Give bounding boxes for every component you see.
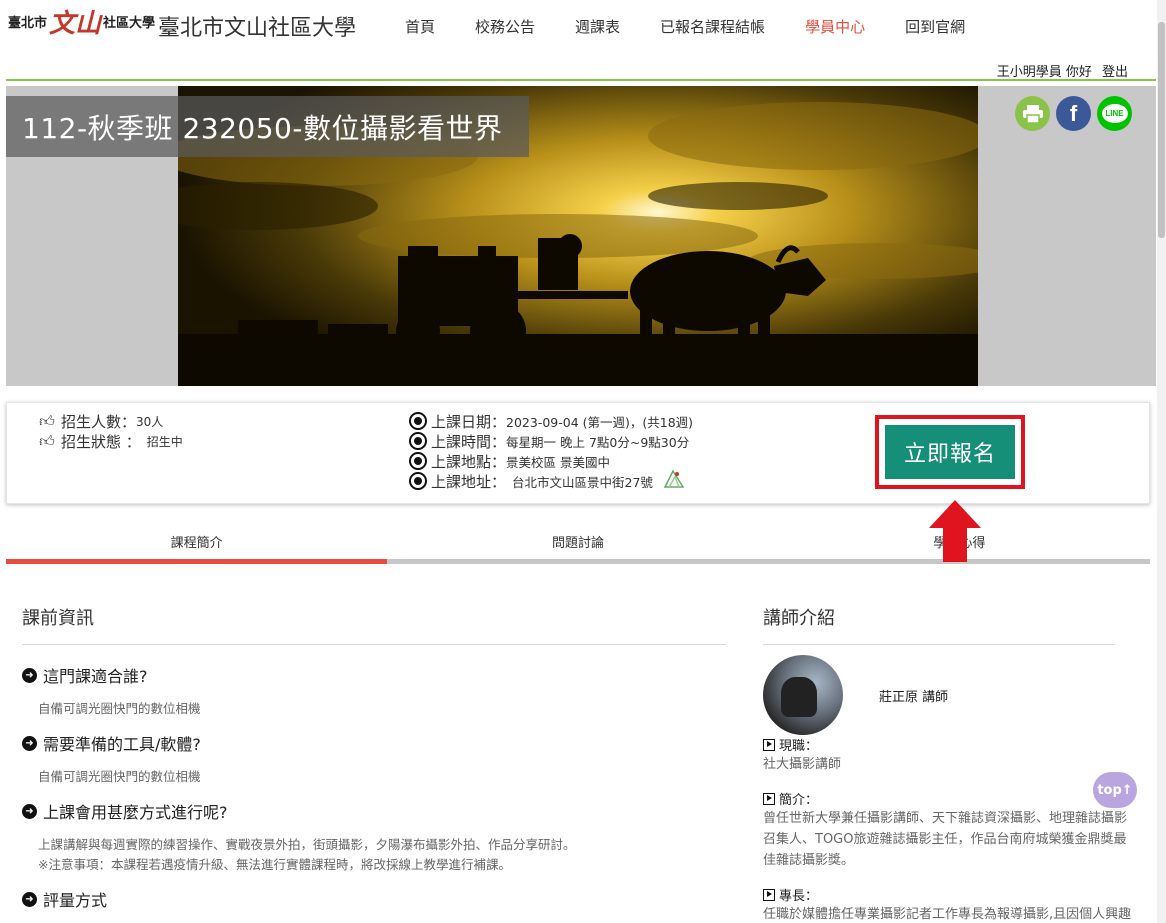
- teacher-intro: 講師介紹 莊正原 講師 現職： 社大攝影講師 簡介： 曾任世新大學兼任攝影講師、…: [763, 604, 1136, 923]
- enroll-info: 👍︎ 招生人數： 30人 👍︎ 招生狀態 ： 招生中: [37, 411, 183, 451]
- soccer-ball-icon: [409, 452, 427, 470]
- enroll-count-row: 👍︎ 招生人數： 30人: [37, 411, 183, 431]
- course-hero: 112-秋季班 232050-數位攝影看世界 f LINE: [6, 86, 1156, 386]
- nav-checkout[interactable]: 已報名課程結帳: [660, 16, 765, 37]
- qa-question: ➜ 需要準備的工具/軟體?: [22, 731, 726, 755]
- tab-discussion[interactable]: 問題討論: [387, 526, 769, 564]
- class-date-row: 上課日期： 2023-09-04 (第一週)，(共18週): [409, 411, 693, 431]
- teacher-header: 莊正原 講師: [763, 655, 1136, 735]
- teacher-current-job: 現職： 社大攝影講師: [763, 738, 842, 772]
- print-icon[interactable]: [1015, 96, 1050, 131]
- class-place-row: 上課地點： 景美校區 景美國中: [409, 451, 693, 471]
- qa-item: ➜ 這門課適合誰? 自備可調光圈快門的數位相機: [22, 663, 726, 719]
- enroll-status-value: 招生中: [146, 434, 183, 449]
- soccer-ball-icon: [409, 432, 427, 450]
- enroll-count-label: 招生人數：: [61, 412, 137, 431]
- square-arrow-icon: [763, 792, 775, 805]
- section-title: 講師介紹: [763, 604, 1115, 645]
- share-buttons: f LINE: [1015, 96, 1132, 131]
- enroll-count-value: 30人: [136, 414, 164, 429]
- qa-item: ➜ 評量方式: [22, 887, 726, 911]
- site-logo[interactable]: 臺北市 文山 社區大學: [8, 6, 155, 39]
- teacher-name: 莊正原 講師: [879, 689, 949, 705]
- line-share-icon[interactable]: LINE: [1097, 96, 1132, 131]
- qa-answer: 自備可調光圈快門的數位相機: [38, 769, 201, 784]
- square-arrow-icon: [763, 738, 775, 751]
- arrow-right-circle-icon: ➜: [22, 667, 37, 683]
- class-date-value: 2023-09-04 (第一週)，(共18週): [506, 414, 694, 430]
- course-title: 112-秋季班 232050-數位攝影看世界: [22, 111, 503, 145]
- nav-announcements[interactable]: 校務公告: [475, 16, 535, 37]
- class-address-label: 上課地址：: [431, 472, 507, 491]
- section-title: 課前資訊: [22, 604, 726, 645]
- signup-highlight: 立即報名: [875, 415, 1025, 489]
- arrow-right-circle-icon: ➜: [22, 735, 37, 751]
- arrow-right-circle-icon: ➜: [22, 803, 37, 819]
- qa-question: ➜ 這門課適合誰?: [22, 663, 726, 687]
- soccer-ball-icon: [409, 472, 427, 490]
- site-header: 臺北市 文山 社區大學 臺北市文山社區大學 首頁 校務公告 週課表 已報名課程結…: [0, 0, 1160, 81]
- qa-item: ➜ 需要準備的工具/軟體? 自備可調光圈快門的數位相機: [22, 731, 726, 787]
- arrow-right-circle-icon: ➜: [22, 891, 37, 907]
- course-info-card: 👍︎ 招生人數： 30人 👍︎ 招生狀態 ： 招生中 上課日期： 2023-09…: [6, 402, 1150, 504]
- site-title[interactable]: 臺北市文山社區大學: [158, 10, 356, 42]
- header-divider: [6, 79, 1156, 81]
- class-time-row: 上課時間： 每星期一 晚上 7點0分~9點30分: [409, 431, 693, 451]
- class-date-label: 上課日期：: [431, 412, 507, 431]
- teacher-bio: 簡介： 曾任世新大學兼任攝影講師、天下雜誌資深攝影、地理雜誌攝影召集人、TOGO…: [763, 792, 1128, 868]
- back-to-top-button[interactable]: top↑: [1093, 772, 1137, 808]
- user-status: 王小明學員 你好 登出: [991, 61, 1128, 80]
- enroll-status-label: 招生狀態 ：: [61, 432, 141, 451]
- soccer-ball-icon: [409, 412, 427, 430]
- logo-mark: 臺北市 文山 社區大學: [8, 3, 155, 40]
- nav-home[interactable]: 首頁: [405, 16, 435, 37]
- class-place-label: 上課地點：: [431, 452, 507, 471]
- line-logo-text: LINE: [1101, 104, 1128, 123]
- nav-weekly-schedule[interactable]: 週課表: [575, 16, 620, 37]
- qa-question: ➜ 評量方式: [22, 887, 726, 911]
- scrollbar-thumb[interactable]: [1158, 22, 1165, 238]
- course-pre-info: 課前資訊 ➜ 這門課適合誰? 自備可調光圈快門的數位相機 ➜ 需要準備的工具/軟體?…: [22, 604, 726, 911]
- class-time-value: 每星期一 晚上 7點0分~9點30分: [506, 434, 690, 450]
- teacher-avatar: [763, 655, 843, 735]
- teacher-expertise: 專長： 任職於媒體擔任專業攝影記者工作專長為報導攝影,且因個人興趣領有登山響導證…: [763, 888, 1132, 922]
- schedule-info: 上課日期： 2023-09-04 (第一週)，(共18週) 上課時間： 每星期一…: [409, 411, 693, 491]
- thumbs-up-icon: 👍︎: [39, 411, 55, 430]
- facebook-share-icon[interactable]: f: [1056, 96, 1091, 131]
- qa-answer: 自備可調光圈快門的數位相機: [38, 701, 201, 716]
- class-address-row: 上課地址： 台北市文山區景中街27號: [409, 469, 693, 493]
- logo-wen: 文山: [49, 8, 102, 39]
- user-greeting: 王小明學員 你好: [996, 65, 1092, 80]
- red-arrow-annotation-icon: [929, 500, 981, 562]
- nav-student-center[interactable]: 學員中心: [805, 16, 865, 37]
- nav-official-site[interactable]: 回到官網: [905, 16, 965, 37]
- page-scrollbar[interactable]: [1157, 0, 1166, 923]
- class-place-value: 景美校區 景美國中: [506, 454, 610, 470]
- tab-course-intro[interactable]: 課程簡介: [6, 526, 388, 564]
- class-time-label: 上課時間：: [431, 432, 507, 451]
- qa-answer: 上課講解與每週實際的練習操作、實戰夜景外拍，街頭攝影，夕陽瀑布攝影外拍、作品分享…: [38, 835, 726, 875]
- main-nav: 首頁 校務公告 週課表 已報名課程結帳 學員中心 回到官網: [405, 16, 1005, 37]
- hero-title-overlay: 112-秋季班 232050-數位攝影看世界: [6, 96, 529, 157]
- qa-question: ➜ 上課會用甚麼方式進行呢?: [22, 799, 726, 823]
- qa-answer-line: 上課講解與每週實際的練習操作、實戰夜景外拍，街頭攝影，夕陽瀑布攝影外拍、作品分享…: [38, 837, 576, 852]
- qa-answer-note: ※注意事項：本課程若遇疫情升級、無法進行實體課程時，將改採線上教學進行補課。: [38, 857, 511, 872]
- map-marker-icon[interactable]: [663, 469, 685, 493]
- class-address-value: 台北市文山區景中街27號: [512, 474, 653, 490]
- square-arrow-icon: [763, 888, 775, 901]
- logo-suffix: 社區大學: [103, 15, 156, 31]
- qa-item: ➜ 上課會用甚麼方式進行呢? 上課講解與每週實際的練習操作、實戰夜景外拍，街頭攝影…: [22, 799, 726, 875]
- thumbs-up-icon: 👍︎: [39, 431, 55, 450]
- logo-prefix: 臺北市: [8, 15, 48, 31]
- enroll-status-row: 👍︎ 招生狀態 ： 招生中: [37, 431, 183, 451]
- signup-button[interactable]: 立即報名: [885, 425, 1015, 479]
- logout-link[interactable]: 登出: [1102, 65, 1128, 80]
